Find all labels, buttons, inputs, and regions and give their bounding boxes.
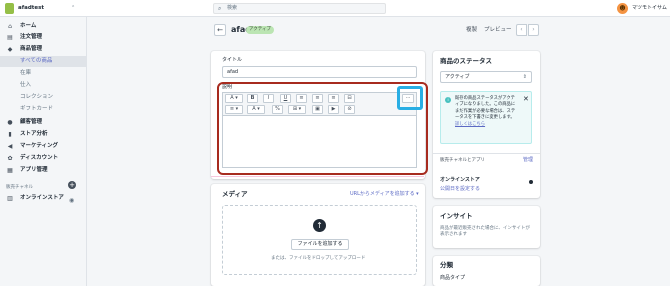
orders-icon: ▤ <box>7 34 13 41</box>
customer-icon: ● <box>7 119 13 126</box>
sidebar-item-label: マーケティング <box>20 143 59 149</box>
sidebar-item-all-products[interactable]: すべての商品 <box>0 56 87 67</box>
megaphone-icon: ◀ <box>7 143 13 150</box>
status-select-value: アクティブ <box>445 74 470 80</box>
status-select[interactable]: アクティブ ⇕ <box>440 71 532 83</box>
sidebar-item-collections[interactable]: コレクション <box>0 92 87 103</box>
upload-icon: ↑ <box>313 219 326 232</box>
discount-icon: ✿ <box>7 155 13 162</box>
divider <box>433 153 540 154</box>
add-channel-icon[interactable]: + <box>68 181 76 189</box>
close-icon[interactable]: ✕ <box>523 95 529 103</box>
sidebar-item-label: すべての商品 <box>20 58 53 64</box>
preview-button[interactable]: プレビュー <box>484 24 512 36</box>
annotation-blue-highlight <box>397 86 423 110</box>
product-type-label: 商品タイプ <box>440 275 466 281</box>
sidebar-item-apps[interactable]: ▦ アプリ管理 <box>0 165 87 176</box>
analytics-icon: ▮ <box>8 131 12 138</box>
online-store-label: オンラインストア <box>440 177 480 183</box>
sidebar-item-label: 在庫 <box>20 70 32 76</box>
previous-product-button[interactable]: ‹ <box>516 24 527 36</box>
duplicate-button[interactable]: 複製 <box>466 24 477 36</box>
info-icon: i <box>445 97 451 103</box>
sidebar-item-marketing[interactable]: ◀ マーケティング <box>0 141 87 152</box>
banner-text: 既存の商品ステータスがアクティブになりました。この商品にまだ作業が必要な場合は、… <box>455 96 516 127</box>
top-bar: afadtest ⌃ ⌕ 検索 ☻ マツモトイサム <box>0 0 670 17</box>
insights-text: 商品が最近販売された場合に、インサイトが表示されます <box>440 226 530 237</box>
status-heading: 商品のステータス <box>440 57 492 65</box>
title-label: タイトル <box>222 57 243 63</box>
sidebar-item-label: 仕入 <box>20 82 32 88</box>
classification-heading: 分類 <box>440 261 453 269</box>
sidebar-item-label: ディスカウント <box>20 155 59 161</box>
back-button[interactable]: ← <box>214 24 226 36</box>
sales-channels-heading: 販売チャネル <box>6 185 33 190</box>
sidebar-item-label: ギフトカード <box>20 106 54 112</box>
apps-icon: ▦ <box>7 167 13 174</box>
insights-heading: インサイト <box>440 212 473 220</box>
sidebar-item-label: ストア分析 <box>20 131 48 137</box>
view-store-eye-icon[interactable]: ◉ <box>69 197 74 204</box>
search-placeholder: 検索 <box>227 5 238 11</box>
annotation-pink-line <box>211 176 424 177</box>
select-caret-icon: ⇕ <box>522 74 527 80</box>
learn-more-link[interactable]: 詳しくはこちら <box>455 122 485 127</box>
sidebar-item-inventory[interactable]: 在庫 <box>0 68 87 79</box>
sidebar-item-label: 商品管理 <box>20 46 43 52</box>
sidebar-item-orders[interactable]: ▤ 注文管理 <box>0 32 87 43</box>
home-icon: ⌂ <box>8 23 12 30</box>
add-media-from-url-link[interactable]: URLからメディアを追加する ▾ <box>350 191 419 198</box>
sidebar-item-discounts[interactable]: ✿ ディスカウント <box>0 153 87 164</box>
next-product-button[interactable]: › <box>528 24 539 36</box>
add-file-button[interactable]: ファイルを追加する <box>291 239 349 250</box>
sidebar-item-label: アプリ管理 <box>20 167 48 173</box>
search-input[interactable]: ⌕ 検索 <box>213 3 386 14</box>
sidebar-item-products[interactable]: ◆ 商品管理 <box>0 44 87 55</box>
user-name[interactable]: マツモトイサム <box>632 3 667 14</box>
store-icon: ▥ <box>7 195 13 202</box>
sidebar-item-gift-cards[interactable]: ギフトカード <box>0 104 87 115</box>
status-dot-icon <box>529 180 533 184</box>
sidebar-item-label: 顧客管理 <box>20 119 43 125</box>
title-value: afad <box>227 69 239 75</box>
sidebar-item-label: オンラインストア <box>20 195 64 201</box>
channels-heading: 販売チャネルとアプリ <box>440 158 485 163</box>
tag-icon: ◆ <box>7 46 13 53</box>
sidebar-item-analytics[interactable]: ▮ ストア分析 <box>0 129 87 140</box>
status-badge: アクティブ <box>246 26 275 34</box>
media-heading: メディア <box>222 190 248 198</box>
sidebar-item-home[interactable]: ⌂ ホーム <box>0 21 87 32</box>
drop-hint: または、ファイルをドロップしてアップロード <box>271 256 366 261</box>
store-name[interactable]: afadtest <box>18 3 44 14</box>
avatar[interactable]: ☻ <box>617 3 628 14</box>
sidebar-item-label: 注文管理 <box>20 34 43 40</box>
sidebar-item-label: コレクション <box>20 94 54 100</box>
search-icon: ⌕ <box>218 5 222 12</box>
shopify-logo-icon[interactable] <box>5 3 14 14</box>
set-publish-date-link[interactable]: 公開日を設定する <box>440 186 480 193</box>
manage-channels-link[interactable]: 管理 <box>523 157 533 164</box>
store-switcher-caret-icon[interactable]: ⌃ <box>71 3 75 14</box>
sidebar-item-customers[interactable]: ● 顧客管理 <box>0 117 87 128</box>
title-input[interactable]: afad <box>222 66 417 78</box>
sidebar-item-transfers[interactable]: 仕入 <box>0 80 87 91</box>
sidebar-item-label: ホーム <box>20 23 37 29</box>
